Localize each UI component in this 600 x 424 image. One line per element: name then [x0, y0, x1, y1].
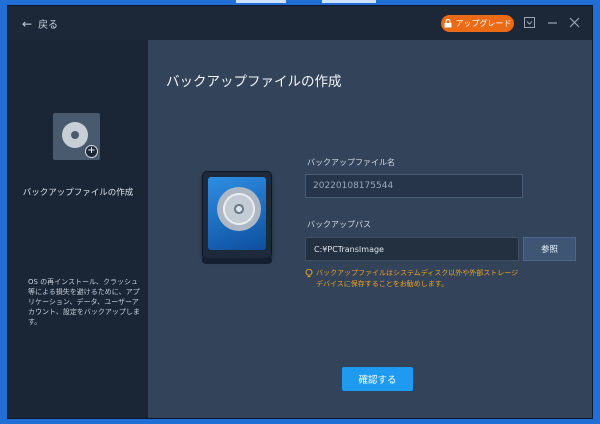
title-bar: ← 戻る アップグレード	[8, 6, 592, 40]
backup-app-illustration	[202, 171, 272, 264]
illustration-screen	[208, 177, 266, 250]
disc-graphic	[62, 122, 88, 148]
upgrade-label: アップグレード	[455, 19, 512, 28]
plus-badge-icon: +	[85, 145, 98, 158]
lock-icon	[444, 19, 451, 28]
back-button[interactable]: ← 戻る	[22, 16, 59, 32]
menu-icon	[523, 16, 535, 28]
minimize-icon	[547, 21, 557, 24]
browse-button[interactable]: 参照	[523, 237, 576, 261]
cd-disc-icon	[217, 187, 261, 231]
upgrade-button[interactable]: アップグレード	[441, 15, 514, 32]
path-label: バックアップパス	[307, 220, 371, 229]
taskbar-tab-indicator	[236, 0, 286, 3]
sidebar-title: バックアップファイルの作成	[22, 188, 134, 198]
page-title: バックアップファイルの作成	[166, 74, 342, 90]
close-button[interactable]	[567, 15, 581, 29]
main-panel: バックアップファイルの作成 バックアップファイル名 20220108175544…	[148, 40, 592, 418]
illustration-base	[202, 258, 272, 264]
close-icon	[569, 17, 579, 27]
filename-input[interactable]: 20220108175544	[305, 174, 523, 198]
confirm-button[interactable]: 確認する	[342, 367, 413, 391]
storage-note: バックアップファイルはシステムディスク以外や外部ストレージデバイスに保存すること…	[305, 268, 520, 290]
lightbulb-icon	[305, 269, 313, 278]
sidebar-description: OS の再インストール、クラッシュ等による損失を避けるために、アプリケーション、…	[28, 278, 140, 326]
app-window: ← 戻る アップグレード + バックアップファイルの作成 OS の再インストール…	[7, 5, 593, 419]
minimize-button[interactable]	[545, 15, 559, 29]
taskbar-tab-indicator	[322, 0, 376, 3]
backup-disk-icon: +	[53, 113, 100, 160]
storage-note-text: バックアップファイルはシステムディスク以外や外部ストレージデバイスに保存すること…	[316, 269, 519, 288]
filename-label: バックアップファイル名	[307, 158, 395, 167]
back-arrow-icon: ←	[22, 16, 33, 31]
path-field[interactable]: C:¥PCTransImage	[305, 237, 519, 261]
sidebar: + バックアップファイルの作成 OS の再インストール、クラッシュ等による損失を…	[8, 40, 148, 418]
menu-button[interactable]	[522, 15, 536, 29]
back-label: 戻る	[38, 20, 59, 31]
